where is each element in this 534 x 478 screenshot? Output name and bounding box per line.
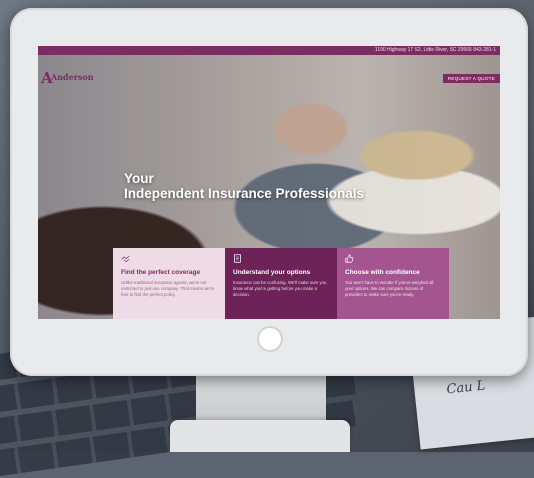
feature-cards: Find the perfect coverage Unlike traditi…: [113, 248, 449, 319]
feature-card-options[interactable]: Understand your options Insurance can be…: [225, 248, 337, 319]
website-topbar: 1190 Highway 17 S2, Little River, SC 295…: [38, 46, 500, 55]
headline-line-2: Independent Insurance Professionals: [124, 186, 365, 201]
power-button[interactable]: [257, 326, 283, 352]
monitor-stand-base: [170, 420, 350, 452]
handshake-icon: [121, 255, 130, 262]
feature-card-confidence[interactable]: Choose with confidence You won't have to…: [337, 248, 449, 319]
logo-text: Anderson: [51, 72, 94, 82]
note-line-2: Cau L: [445, 378, 487, 398]
hero-headline: Your Independent Insurance Professionals: [124, 171, 364, 201]
hero-section: A Anderson REQUEST A QUOTE Your Independ…: [38, 55, 500, 319]
feature-card-body: Insurance can be confusing. We'll make s…: [233, 280, 327, 297]
request-quote-button[interactable]: REQUEST A QUOTE: [442, 74, 500, 83]
feature-card-body: Unlike traditional insurance agents, we'…: [121, 280, 215, 297]
feature-card-title: Understand your options: [233, 269, 311, 276]
address-phone-text: 1190 Highway 17 S2, Little River, SC 295…: [374, 47, 496, 53]
headline-line-1: Your: [124, 171, 154, 186]
thumbs-up-icon: [345, 254, 354, 263]
feature-card-title: Find the perfect coverage: [121, 269, 201, 276]
monitor: 1190 Highway 17 S2, Little River, SC 295…: [10, 8, 528, 376]
monitor-screen: 1190 Highway 17 S2, Little River, SC 295…: [38, 46, 500, 319]
anderson-logo[interactable]: A Anderson: [41, 69, 94, 88]
feature-card-title: Choose with confidence: [345, 269, 420, 276]
feature-card-coverage[interactable]: Find the perfect coverage Unlike traditi…: [113, 248, 225, 319]
feature-card-body: You won't have to wonder if you've weigh…: [345, 280, 434, 297]
document-icon: [234, 254, 241, 263]
